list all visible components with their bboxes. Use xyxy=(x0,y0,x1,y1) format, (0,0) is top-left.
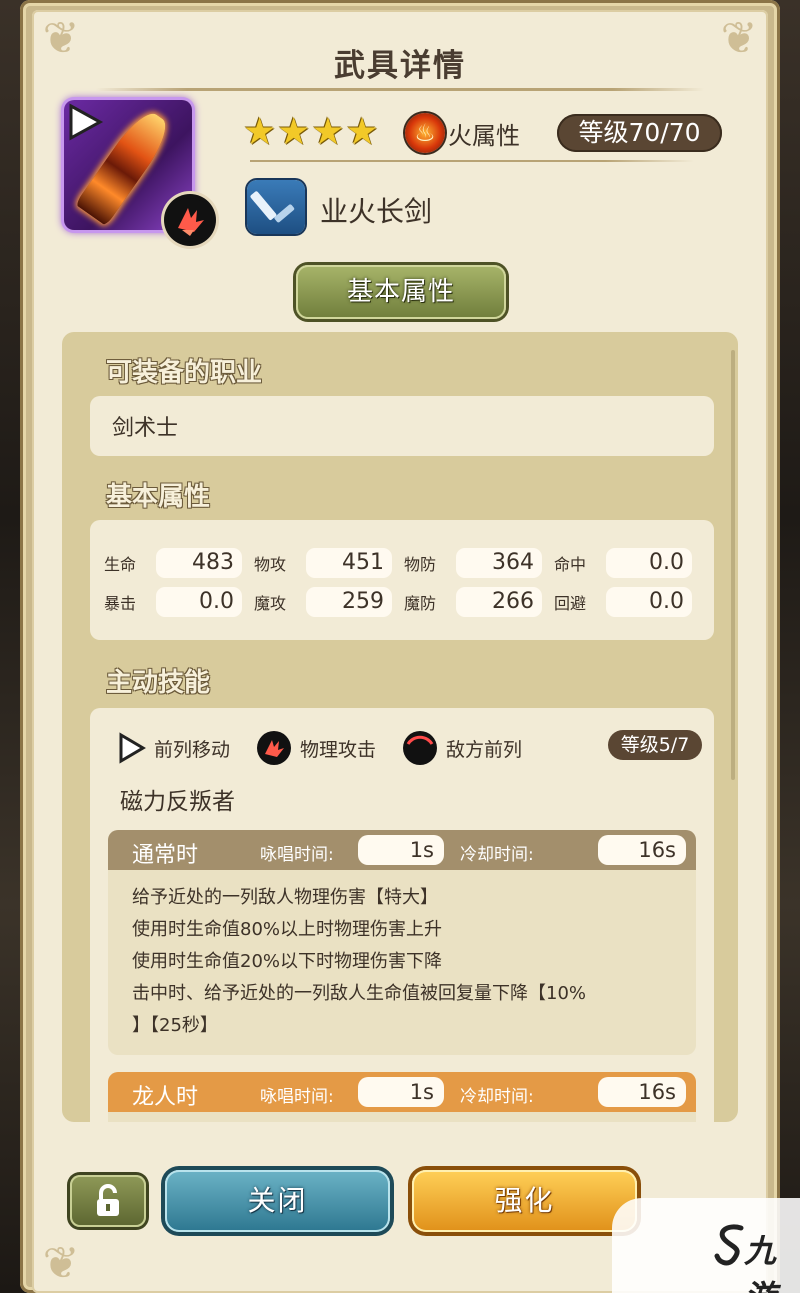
cast-time-value: 1s xyxy=(358,1077,444,1107)
stats-grid: 生命 483 物攻 451 物防 364 命中 0.0 暴击 0.0 魔攻 25… xyxy=(104,548,704,626)
stats-row: 生命 483 物攻 451 物防 364 命中 0.0 xyxy=(104,548,704,578)
job-name: 剑术士 xyxy=(112,416,179,441)
section-title-active-skill: 主动技能 xyxy=(106,668,211,698)
stat-accuracy: 命中 0.0 xyxy=(554,548,704,578)
rarity-stars: ★ ★ ★ ★ xyxy=(243,112,379,152)
cast-time-value: 1s xyxy=(358,835,444,865)
stat-value: 0.0 xyxy=(606,587,692,617)
phase-normal-description: 给予近处的一列敌人物理伤害【特大】 使用时生命值80%以上时物理伤害上升 使用时… xyxy=(108,870,696,1055)
corner-ornament-icon: ❦ xyxy=(42,1238,80,1289)
stat-value: 259 xyxy=(306,587,392,617)
phase-label: 通常时 xyxy=(132,843,199,868)
skill-level-badge: 等级5/7 xyxy=(608,730,702,760)
description-line: 使用时生命值20%以下时物理伤害下降 xyxy=(132,951,443,972)
cooldown-value: 16s xyxy=(598,835,686,865)
skill-attack-type: 物理攻击 xyxy=(256,730,376,766)
stat-value: 0.0 xyxy=(606,548,692,578)
cast-time-label: 咏唱时间: xyxy=(260,845,334,865)
weapon-name: 业火长剑 xyxy=(320,195,433,228)
stat-matk: 魔攻 259 xyxy=(254,587,404,617)
stat-crit: 暴击 0.0 xyxy=(104,587,254,617)
phase-normal-header: 通常时 咏唱时间: 1s 冷却时间: 16s xyxy=(108,830,696,870)
stat-label: 魔防 xyxy=(404,594,437,613)
skill-target: 敌方前列 xyxy=(402,730,522,766)
section-title-base-stats: 基本属性 xyxy=(106,482,211,512)
stat-mdef: 魔防 266 xyxy=(404,587,554,617)
tab-basic-attributes[interactable]: 基本属性 xyxy=(296,265,506,319)
watermark-text: 九游 xyxy=(744,1232,777,1293)
stat-label: 物攻 xyxy=(254,555,287,574)
stats-row: 暴击 0.0 魔攻 259 魔防 266 回避 0.0 xyxy=(104,587,704,617)
title-divider xyxy=(96,88,704,91)
cooldown-label: 冷却时间: xyxy=(460,845,534,865)
cooldown-label: 冷却时间: xyxy=(460,1087,534,1107)
enemy-front-row-icon xyxy=(402,730,438,766)
stat-label: 魔攻 xyxy=(254,594,287,613)
stat-value: 483 xyxy=(156,548,242,578)
stat-label: 命中 xyxy=(554,555,587,574)
play-icon xyxy=(118,732,146,764)
skill-name: 磁力反叛者 xyxy=(120,789,235,815)
star-icon: ★ xyxy=(311,110,345,153)
stat-patk: 物攻 451 xyxy=(254,548,404,578)
play-icon xyxy=(66,103,104,141)
lock-icon xyxy=(97,1184,119,1216)
skill-move: 前列移动 xyxy=(118,732,230,764)
skill-card: 前列移动 物理攻击 敌方前列 等级5/7 磁力反叛者 通常时 咏唱时间: 1s … xyxy=(90,708,714,1122)
cast-time-label: 咏唱时间: xyxy=(260,1087,334,1107)
description-line: 使用时生命值80%以上时物理伤害上升 xyxy=(132,919,443,940)
description-line: 击中时、给予近处的一列敌人生命值被回复量下降【10% xyxy=(132,983,587,1004)
physical-attack-icon xyxy=(164,194,216,246)
skill-attack-type-label: 物理攻击 xyxy=(300,738,377,761)
skill-move-label: 前列移动 xyxy=(154,738,231,761)
jobs-card: 剑术士 xyxy=(90,396,714,456)
fire-element-icon: ♨ xyxy=(405,113,445,153)
skill-target-label: 敌方前列 xyxy=(446,738,523,761)
star-icon: ★ xyxy=(345,110,379,153)
skill-meta: 前列移动 物理攻击 敌方前列 xyxy=(118,730,548,766)
stat-evasion: 回避 0.0 xyxy=(554,587,704,617)
stat-pdef: 物防 364 xyxy=(404,548,554,578)
dialog-title: 武具详情 xyxy=(334,48,466,84)
stat-label: 暴击 xyxy=(104,594,137,613)
star-icon: ★ xyxy=(277,110,311,153)
phase-dragon: 龙人时 咏唱时间: 1s 冷却时间: 16s xyxy=(108,1072,696,1122)
stat-label: 回避 xyxy=(554,594,587,613)
stat-label: 生命 xyxy=(104,555,137,574)
physical-attack-icon xyxy=(256,730,292,766)
stat-hp: 生命 483 xyxy=(104,548,254,578)
section-title-jobs: 可装备的职业 xyxy=(106,358,263,388)
details-scroll-area[interactable]: 可装备的职业 剑术士 基本属性 生命 483 物攻 451 物防 364 命中 xyxy=(62,332,738,1122)
description-line: 】【25秒】 xyxy=(132,1015,218,1036)
description-line: 给予近处的一列敌人物理伤害【特大】 xyxy=(132,887,438,908)
lock-button[interactable] xyxy=(70,1175,146,1227)
close-button[interactable]: 关闭 xyxy=(165,1170,390,1232)
weapon-level-badge: 等级70/70 xyxy=(557,114,722,152)
stat-value: 451 xyxy=(306,548,392,578)
enhance-button[interactable]: 强化 xyxy=(412,1170,637,1232)
element-label: 火属性 xyxy=(448,122,520,150)
header-divider xyxy=(250,160,694,162)
phase-label: 龙人时 xyxy=(132,1085,199,1110)
stats-card: 生命 483 物攻 451 物防 364 命中 0.0 暴击 0.0 魔攻 25… xyxy=(90,520,714,640)
stat-label: 物防 xyxy=(404,555,437,574)
phase-normal: 通常时 咏唱时间: 1s 冷却时间: 16s 给予近处的一列敌人物理伤害【特大】… xyxy=(108,830,696,1055)
scrollbar[interactable] xyxy=(731,350,735,780)
stat-value: 266 xyxy=(456,587,542,617)
phase-dragon-header: 龙人时 咏唱时间: 1s 冷却时间: 16s xyxy=(108,1072,696,1112)
star-icon: ★ xyxy=(243,110,277,153)
stat-value: 0.0 xyxy=(156,587,242,617)
cooldown-value: 16s xyxy=(598,1077,686,1107)
sword-type-icon xyxy=(247,180,305,234)
stat-value: 364 xyxy=(456,548,542,578)
